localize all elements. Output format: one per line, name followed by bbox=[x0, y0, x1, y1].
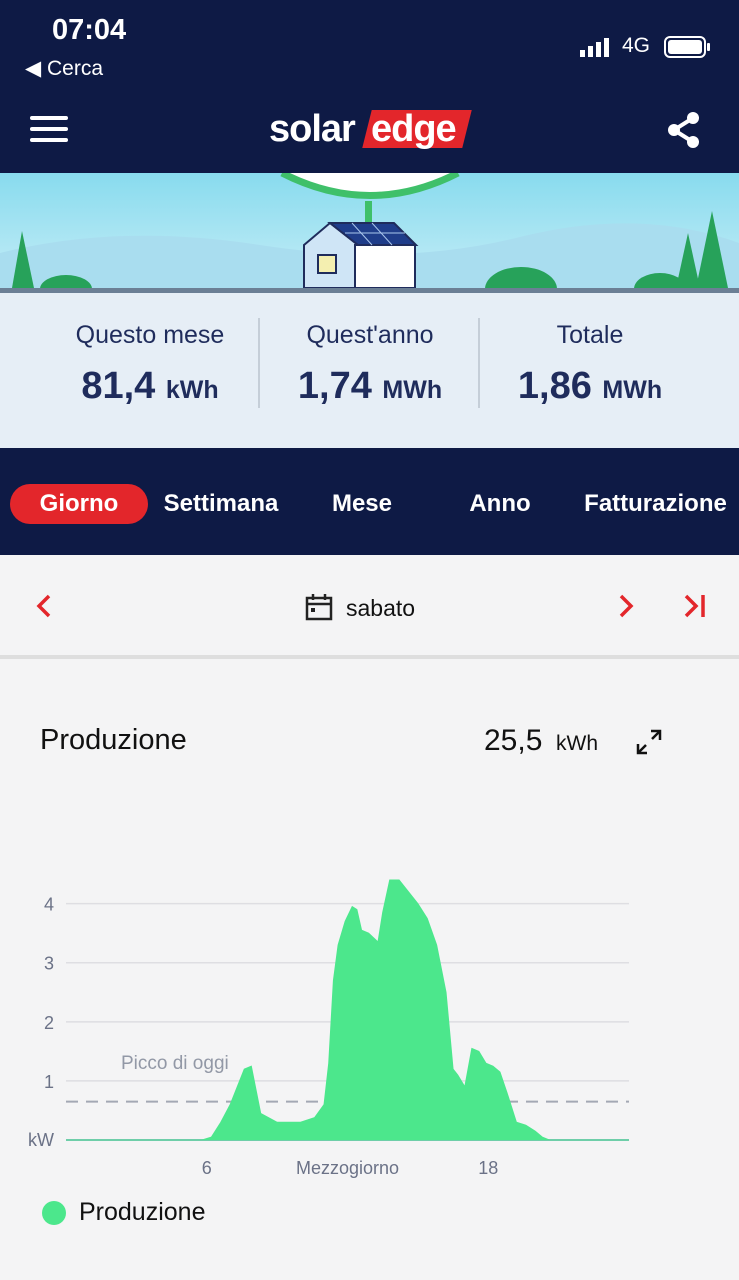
summary-year-unit: MWh bbox=[382, 376, 443, 404]
x-tick-label: Mezzogiorno bbox=[296, 1158, 399, 1178]
summary-year-value: 1,74 bbox=[297, 365, 372, 407]
logo-text-solar: solar bbox=[269, 108, 356, 150]
card-total-value: 25,5 bbox=[484, 724, 543, 757]
y-axis-unit-label: kW bbox=[28, 1130, 54, 1150]
menu-icon[interactable] bbox=[30, 116, 68, 146]
tab-week[interactable]: Settimana bbox=[152, 484, 290, 524]
date-label[interactable]: sabato bbox=[346, 595, 415, 622]
period-tabs: Giorno Settimana Mese Anno Fatturazione bbox=[0, 448, 739, 555]
house-illustration bbox=[0, 173, 739, 293]
back-to-search-link[interactable]: ◀ Cerca bbox=[25, 56, 103, 81]
y-tick-label: 3 bbox=[44, 954, 54, 974]
legend-label-produzione: Produzione bbox=[79, 1198, 206, 1226]
tab-year[interactable]: Anno bbox=[440, 484, 560, 524]
tab-billing[interactable]: Fatturazione bbox=[572, 484, 739, 524]
y-tick-label: 1 bbox=[44, 1072, 54, 1092]
summary-month-unit: kWh bbox=[165, 376, 219, 404]
energy-summary: Questo mese 81,4 kWh Quest'anno 1,74 MWh… bbox=[0, 293, 739, 448]
card-title: Produzione bbox=[40, 724, 187, 756]
summary-month-value: 81,4 bbox=[81, 365, 156, 407]
date-navigation: sabato bbox=[0, 555, 739, 659]
chevron-right-icon[interactable] bbox=[610, 591, 640, 621]
summary-total-unit: MWh bbox=[602, 376, 663, 404]
summary-total-label: Totale bbox=[556, 321, 624, 349]
status-bar: 07:04 ◀ Cerca 4G bbox=[0, 0, 739, 90]
battery-icon bbox=[664, 36, 710, 58]
calendar-icon[interactable] bbox=[305, 593, 333, 621]
summary-total-value: 1,86 bbox=[517, 365, 592, 407]
logo-text-edge: edge bbox=[371, 108, 456, 150]
tab-day[interactable]: Giorno bbox=[10, 484, 148, 524]
signal-icon bbox=[580, 38, 609, 57]
status-time: 07:04 bbox=[52, 14, 127, 46]
production-chart: 1 2 3 4 kW 6 Mezzogiorno 18 Picco di oggi bbox=[28, 879, 629, 1178]
summary-year-label: Quest'anno bbox=[306, 321, 434, 349]
share-icon[interactable] bbox=[664, 110, 704, 150]
x-tick-label: 18 bbox=[478, 1158, 498, 1178]
y-tick-label: 4 bbox=[44, 895, 54, 915]
skip-to-last-icon[interactable] bbox=[680, 591, 710, 621]
card-total-unit: kWh bbox=[556, 732, 598, 755]
chevron-left-icon[interactable] bbox=[30, 591, 60, 621]
x-tick-label: 6 bbox=[202, 1158, 212, 1178]
y-tick-label: 2 bbox=[44, 1013, 54, 1033]
tab-month[interactable]: Mese bbox=[302, 484, 422, 524]
legend-swatch-produzione bbox=[42, 1201, 66, 1225]
expand-icon[interactable] bbox=[634, 727, 664, 757]
peak-reference-label: Picco di oggi bbox=[121, 1053, 229, 1074]
summary-month-label: Questo mese bbox=[75, 321, 225, 349]
network-type: 4G bbox=[622, 34, 651, 57]
